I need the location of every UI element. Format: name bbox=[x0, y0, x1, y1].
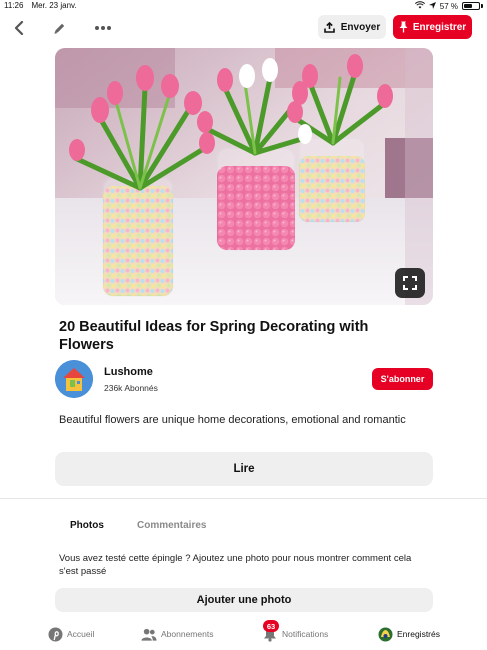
edit-button[interactable] bbox=[48, 17, 70, 39]
nav-following-label: Abonnements bbox=[161, 629, 214, 639]
follow-button[interactable]: S'abonner bbox=[372, 368, 433, 390]
photo-prompt-text: Vous avez testé cette épingle ? Ajoutez … bbox=[59, 553, 412, 577]
more-options-button[interactable] bbox=[92, 17, 114, 39]
avatar[interactable] bbox=[55, 360, 93, 398]
send-label: Envoyer bbox=[340, 21, 381, 33]
nav-home[interactable]: Accueil bbox=[47, 626, 94, 642]
status-time: 11:26 bbox=[4, 1, 24, 10]
house-logo-icon bbox=[55, 360, 93, 398]
tab-comments[interactable]: Commentaires bbox=[137, 520, 206, 531]
chevron-left-icon bbox=[14, 21, 24, 35]
nav-saved-label: Enregistrés bbox=[397, 629, 440, 639]
pin-description: Beautiful flowers are unique home decora… bbox=[59, 414, 406, 426]
pin-title: 20 Beautiful Ideas for Spring Decorating… bbox=[59, 319, 369, 353]
tab-photos[interactable]: Photos bbox=[70, 520, 104, 531]
nav-home-label: Accueil bbox=[67, 629, 95, 639]
wifi-icon bbox=[414, 1, 425, 11]
pin-image[interactable] bbox=[55, 48, 433, 305]
share-icon bbox=[323, 21, 335, 33]
status-date: Mer. 23 janv. bbox=[31, 1, 77, 10]
battery-percent: 57 % bbox=[439, 1, 458, 11]
top-toolbar: Envoyer Enregistrer bbox=[0, 14, 487, 40]
expand-icon bbox=[403, 276, 417, 290]
author-name[interactable]: Lushome bbox=[104, 366, 153, 378]
nav-notifications-label: Notifications bbox=[282, 629, 329, 639]
pinterest-icon bbox=[47, 626, 63, 642]
nav-saved[interactable]: Enregistrés bbox=[377, 626, 440, 642]
section-divider bbox=[0, 498, 487, 499]
nav-following[interactable]: Abonnements bbox=[141, 626, 213, 642]
location-icon bbox=[428, 1, 436, 11]
battery-icon bbox=[462, 2, 480, 10]
pin-photo bbox=[55, 48, 433, 305]
notification-badge: 63 bbox=[263, 620, 279, 632]
status-bar: 11:26 Mer. 23 janv. 57 % bbox=[0, 0, 487, 12]
more-horizontal-icon bbox=[95, 26, 111, 30]
back-button[interactable] bbox=[8, 17, 30, 39]
author-followers: 236k Abonnés bbox=[104, 383, 158, 393]
add-photo-button[interactable]: Ajouter une photo bbox=[55, 588, 433, 612]
pushpin-icon bbox=[399, 21, 408, 33]
pencil-icon bbox=[54, 23, 64, 34]
read-button[interactable]: Lire bbox=[55, 452, 433, 486]
send-button[interactable]: Envoyer bbox=[318, 15, 386, 39]
people-icon bbox=[141, 626, 157, 642]
fullscreen-button[interactable] bbox=[395, 268, 425, 298]
save-button[interactable]: Enregistrer bbox=[393, 15, 472, 39]
save-label: Enregistrer bbox=[412, 21, 467, 33]
bottom-navigation: Accueil Abonnements Notifications 63 Enr… bbox=[0, 620, 487, 650]
profile-avatar-icon bbox=[377, 626, 393, 642]
